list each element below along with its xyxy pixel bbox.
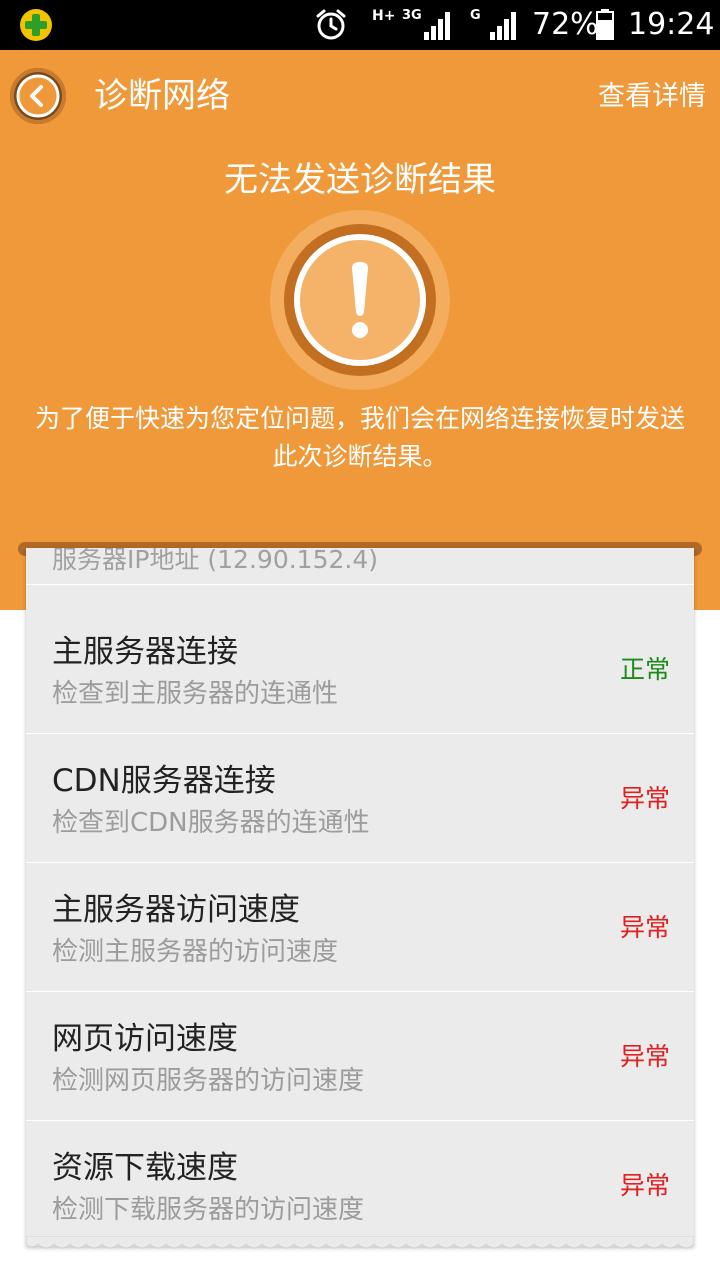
signal-strength-icon [490, 12, 516, 40]
status-badge: 正常 [619, 655, 670, 684]
item-subtitle: 检查到主服务器的连通性 [52, 679, 339, 709]
diagnosis-list: 主服务器连接 检查到主服务器的连通性 正常 CDN服务器连接 检查到CDN服务器… [26, 605, 694, 1246]
result-description: 为了便于快速为您定位问题，我们会在网络连接恢复时发送此次诊断结果。 [34, 404, 685, 471]
status-badge: 异常 [619, 1171, 670, 1200]
status-badge: 异常 [619, 913, 670, 942]
back-button[interactable] [10, 68, 66, 124]
diagnosis-card: 服务器IP地址 (12.90.152.4) 主服务器连接 检查到主服务器的连通性… [26, 548, 694, 1246]
item-title: 主服务器连接 [52, 634, 238, 670]
item-title: 主服务器访问速度 [52, 892, 300, 928]
list-item[interactable]: 主服务器访问速度 检测主服务器的访问速度 异常 [26, 863, 694, 992]
status-badge: 异常 [619, 784, 670, 813]
item-subtitle: 检测主服务器的访问速度 [52, 937, 339, 967]
item-title: 资源下载速度 [52, 1150, 238, 1186]
battery-percent: 72% [532, 7, 599, 42]
plus-shield-icon [20, 9, 52, 41]
result-title: 无法发送诊断结果 [224, 160, 496, 200]
server-ip-label: 服务器IP地址 (12.90.152.4) [52, 548, 378, 574]
list-item[interactable]: CDN服务器连接 检查到CDN服务器的连通性 异常 [26, 734, 694, 863]
clock-time: 19:24 [628, 7, 715, 42]
status-badge: 异常 [619, 1042, 670, 1071]
list-item[interactable]: 资源下载速度 检测下载服务器的访问速度 异常 [26, 1121, 694, 1246]
list-item-partial: 服务器IP地址 (12.90.152.4) [26, 548, 694, 585]
item-subtitle: 检测下载服务器的访问速度 [52, 1195, 365, 1225]
alarm-clock-icon [316, 9, 346, 40]
list-item[interactable]: 网页访问速度 检测网页服务器的访问速度 异常 [26, 992, 694, 1121]
item-title: CDN服务器连接 [52, 763, 276, 799]
item-title: 网页访问速度 [52, 1021, 238, 1057]
list-item[interactable]: 主服务器连接 检查到主服务器的连通性 正常 [26, 605, 694, 734]
item-subtitle: 检测网页服务器的访问速度 [52, 1066, 365, 1096]
warning-badge [270, 210, 450, 390]
torn-edge-decoration [26, 1236, 694, 1249]
exclamation-icon [352, 262, 368, 338]
signal-strength-icon [424, 12, 450, 40]
screen: H+ 3G G 72% 19:24 诊断网络 查看详情 无法发送诊断结果 为了便… [0, 0, 720, 1280]
chevron-left-icon [16, 74, 60, 118]
item-subtitle: 检查到CDN服务器的连通性 [52, 808, 370, 838]
view-details-link[interactable]: 查看详情 [598, 80, 706, 114]
status-bar: H+ 3G G 72% 19:24 [0, 0, 720, 50]
network-hplus-label: H+ [372, 8, 396, 24]
network-g-label: G [470, 8, 481, 23]
page-title: 诊断网络 [94, 76, 230, 116]
battery-icon [596, 9, 614, 40]
diagnosis-header: 诊断网络 查看详情 无法发送诊断结果 为了便于快速为您定位问题，我们会在网络连接… [0, 50, 720, 610]
